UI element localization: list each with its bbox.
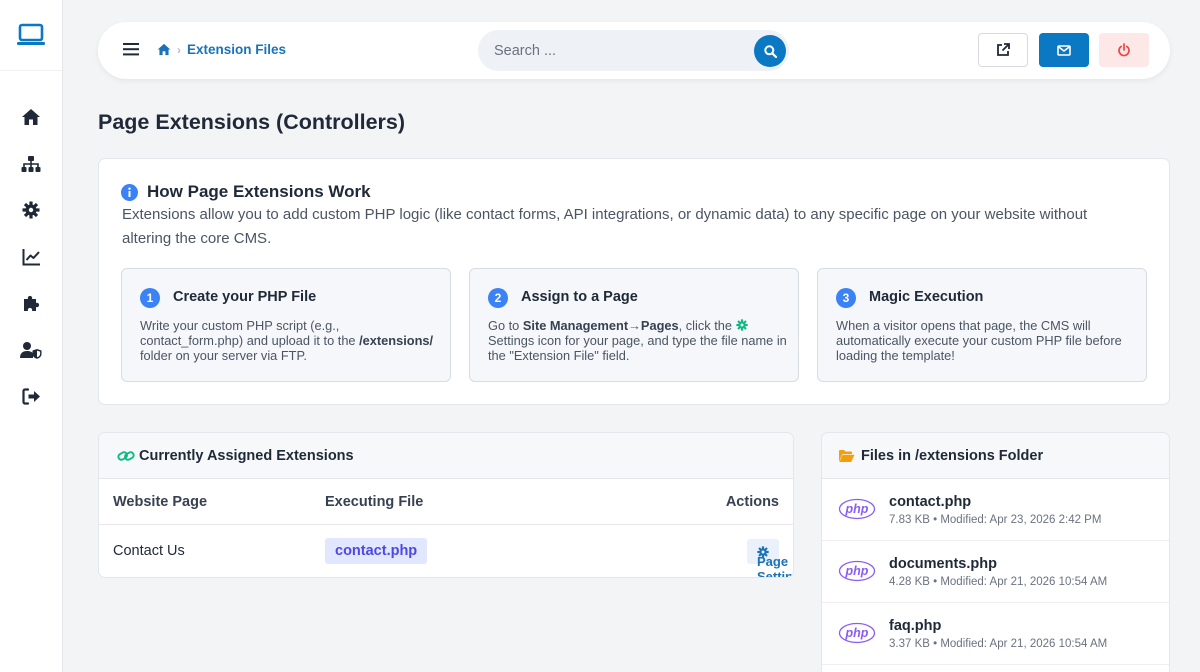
svg-text:php: php [845,502,869,516]
list-item[interactable]: php contact.php 7.83 KB • Modified: Apr … [822,479,1169,541]
file-badge: contact.php [325,538,428,564]
step-card-3: 3 Magic Execution When a visitor opens t… [817,268,1147,382]
list-item[interactable]: php faq.php 3.37 KB • Modified: Apr 21, … [822,603,1169,665]
file-name: documents.php [889,556,997,572]
user-shield-icon [20,341,42,359]
card-header: Files in /extensions Folder [822,433,1169,479]
step-body: When a visitor opens that page, the CMS … [836,318,1122,363]
step-text-strong: Pages [640,318,679,333]
breadcrumb: › Extension Files [157,42,286,57]
column-header: Actions [725,494,779,510]
step-number: 2 [488,288,508,308]
sidebar-item-home[interactable] [11,94,51,141]
power-icon [1118,43,1130,57]
file-meta: 4.28 KB • Modified: Apr 21, 2026 10:54 A… [889,576,1108,588]
file-name: faq.php [889,618,942,634]
folder-open-icon [839,449,855,462]
card-title: Files in /extensions Folder [861,447,1044,464]
info-card: How Page Extensions Work Extensions allo… [98,158,1170,405]
sidebar-logo[interactable] [0,0,62,71]
step-text-strong: Site Management [522,318,629,333]
hamburger-icon [123,43,139,56]
svg-text:php: php [845,564,869,578]
php-icon: php [838,498,876,520]
info-circle-icon [121,183,138,201]
step-title: Magic Execution [869,289,984,305]
card-title: Currently Assigned Extensions [139,447,354,464]
extension-files-card: Files in /extensions Folder php contact.… [821,432,1170,672]
home-icon[interactable] [157,43,171,56]
step-title: Assign to a Page [521,289,638,305]
step-number: 3 [836,288,856,308]
page-settings-button[interactable]: Page Settings [747,539,793,577]
chart-line-icon [22,248,40,266]
sidebar-item-analytics[interactable] [11,234,51,281]
search-box [478,30,789,71]
external-link-icon [997,43,1010,56]
search-input[interactable] [494,41,744,61]
column-header: Website Page [113,494,208,510]
envelope-icon [1057,44,1071,56]
cell-page: Contact Us [113,543,185,559]
step-text: Settings icon for your page, and type th… [488,333,787,363]
step-card-1: 1 Create your PHP File Write your custom… [121,268,451,382]
step-text: Go to [488,318,520,333]
home-icon [22,109,40,126]
assigned-extensions-card: Currently Assigned Extensions Website Pa… [98,432,794,578]
step-text: Write your custom PHP script (e.g., cont… [140,318,356,348]
sitemap-icon [21,155,41,172]
sidebar-item-settings[interactable] [11,187,51,234]
step-body: Go to Site Management→Pages, click the S… [488,318,788,363]
chevron-right-icon: › [177,42,181,57]
search-icon [763,44,777,58]
arrow-right-icon: → [628,318,641,333]
step-title: Create your PHP File [173,289,317,305]
php-icon: php [838,560,876,582]
laptop-icon [17,23,45,45]
sign-out-icon [21,388,40,405]
file-name: contact.php [889,494,972,510]
page-title: Page Extensions (Controllers) [98,110,406,134]
table-row: Contact Us contact.php Page Settings [99,525,793,577]
messages-button[interactable] [1039,33,1089,67]
sidebar [0,0,63,672]
sidebar-item-extensions[interactable] [11,280,51,327]
menu-toggle-button[interactable] [122,41,142,61]
step-body: Write your custom PHP script (e.g., cont… [140,318,440,363]
table-header: Website Page Executing File Actions [99,479,793,525]
logout-button[interactable] [1099,33,1149,67]
card-header: Currently Assigned Extensions [99,433,793,479]
puzzle-icon [23,295,39,311]
button-label: Page Settings [757,554,794,578]
sidebar-nav [0,71,62,420]
sidebar-item-logout[interactable] [11,373,51,420]
step-number: 1 [140,288,160,308]
column-header: Executing File [325,494,424,510]
step-text-strong: /extensions/ [359,333,434,348]
step-text: folder on your server via FTP. [140,348,307,363]
info-header: How Page Extensions Work [121,182,371,202]
file-meta: 7.83 KB • Modified: Apr 23, 2026 2:42 PM [889,514,1102,526]
gear-icon [735,319,748,331]
search-button[interactable] [754,35,786,67]
info-description: Extensions allow you to add custom PHP l… [122,206,1088,247]
list-item[interactable]: php documents.php 4.28 KB • Modified: Ap… [822,541,1169,603]
step-text: , click the [678,318,732,333]
sidebar-item-sitemap[interactable] [11,141,51,188]
topbar: › Extension Files [98,22,1170,79]
gear-icon [22,201,40,219]
file-meta: 3.37 KB • Modified: Apr 21, 2026 10:54 A… [889,638,1108,650]
step-card-2: 2 Assign to a Page Go to Site Management… [469,268,799,382]
info-title: How Page Extensions Work [147,182,371,201]
breadcrumb-current[interactable]: Extension Files [187,42,286,57]
php-icon: php [838,622,876,644]
view-site-button[interactable] [978,33,1028,67]
sidebar-item-users[interactable] [11,327,51,374]
link-icon [117,450,135,461]
svg-text:php: php [845,626,869,640]
